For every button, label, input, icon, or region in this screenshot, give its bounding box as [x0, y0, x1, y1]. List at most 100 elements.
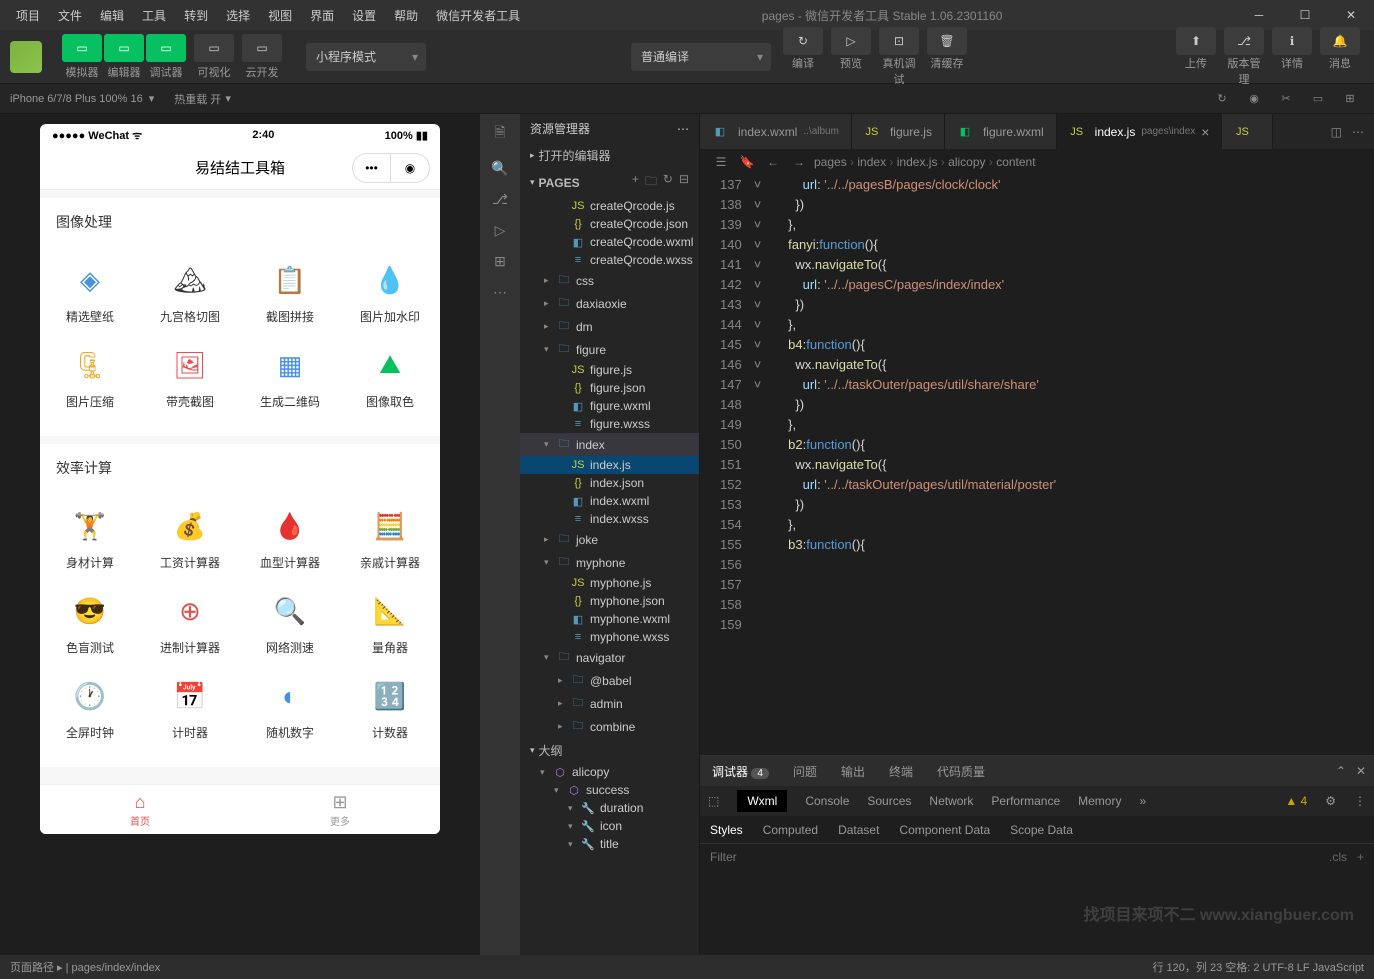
- project-section[interactable]: PAGES + 🗀 ↻ ⊟: [520, 168, 699, 197]
- code-quality-tab[interactable]: 代码质量: [933, 763, 989, 780]
- tool-模拟器[interactable]: ▭: [62, 34, 102, 62]
- menu-工具[interactable]: 工具: [134, 3, 174, 28]
- tree-myphone.wxss[interactable]: ≡myphone.wxss: [520, 628, 699, 646]
- tabbar-更多[interactable]: ⊞更多: [240, 785, 440, 834]
- close-panel-icon[interactable]: ✕: [1356, 764, 1366, 778]
- capsule-menu[interactable]: ••• ◉: [352, 153, 430, 183]
- tree-createQrcode.js[interactable]: JScreateQrcode.js: [520, 197, 699, 215]
- tree-combine[interactable]: ▸🗀combine: [520, 715, 699, 738]
- tool-编辑器[interactable]: ▭: [104, 34, 144, 62]
- terminal-tab[interactable]: 终端: [885, 763, 917, 780]
- tree-index.wxml[interactable]: ◧index.wxml: [520, 492, 699, 510]
- phone-icon[interactable]: ▭: [1304, 88, 1332, 110]
- capsule-more-icon[interactable]: •••: [353, 154, 391, 182]
- grid-item-图像取色[interactable]: ⛰图像取色: [340, 335, 440, 420]
- grid-item-血型计算器[interactable]: 🩸血型计算器: [240, 496, 340, 581]
- tree-myphone.wxml[interactable]: ◧myphone.wxml: [520, 610, 699, 628]
- network-tab[interactable]: Network: [929, 794, 973, 808]
- more-icon[interactable]: ⋯: [677, 122, 689, 136]
- performance-tab[interactable]: Performance: [991, 794, 1060, 808]
- grid-item-截图拼接[interactable]: 📋截图拼接: [240, 250, 340, 335]
- mode-dropdown[interactable]: 小程序模式: [306, 43, 426, 71]
- computed-tab[interactable]: Computed: [763, 823, 818, 837]
- grid-item-带壳截图[interactable]: 🖼带壳截图: [140, 335, 240, 420]
- right-上传[interactable]: ⬆: [1176, 27, 1216, 55]
- close-button[interactable]: ✕: [1328, 0, 1374, 30]
- tree-navigator[interactable]: ▾🗀navigator: [520, 646, 699, 669]
- more-tabs-icon[interactable]: »: [1139, 794, 1146, 808]
- tree-admin[interactable]: ▸🗀admin: [520, 692, 699, 715]
- tree-index.wxss[interactable]: ≡index.wxss: [520, 510, 699, 528]
- sources-tab[interactable]: Sources: [867, 794, 911, 808]
- search-icon[interactable]: 🔍: [491, 160, 508, 177]
- component-data-tab[interactable]: Component Data: [899, 823, 990, 837]
- tree-createQrcode.wxml[interactable]: ◧createQrcode.wxml: [520, 233, 699, 251]
- debug-icon[interactable]: ▷: [495, 222, 506, 239]
- right-消息[interactable]: 🔔: [1320, 27, 1360, 55]
- tree-figure.wxss[interactable]: ≡figure.wxss: [520, 415, 699, 433]
- grid-item-计时器[interactable]: 📅计时器: [140, 666, 240, 751]
- editor-tab-[interactable]: JS: [1222, 114, 1273, 149]
- hot-reload-toggle[interactable]: 热重载 开: [174, 91, 221, 107]
- tree-@babel[interactable]: ▸🗀@babel: [520, 669, 699, 692]
- menu-编辑[interactable]: 编辑: [92, 3, 132, 28]
- menu-文件[interactable]: 文件: [50, 3, 90, 28]
- menu-微信开发者工具[interactable]: 微信开发者工具: [428, 3, 528, 28]
- extensions-icon[interactable]: ⊞: [494, 253, 506, 270]
- output-tab[interactable]: 输出: [837, 763, 869, 780]
- grid-item-进制计算器[interactable]: ⊕进制计算器: [140, 581, 240, 666]
- files-icon[interactable]: 🗎: [494, 122, 505, 146]
- scissors-icon[interactable]: ✂: [1272, 88, 1300, 110]
- bookmark-icon[interactable]: 🔖: [736, 155, 758, 169]
- tree-figure.json[interactable]: {}figure.json: [520, 379, 699, 397]
- inspect-icon[interactable]: ⬚: [708, 794, 719, 808]
- collapse-icon[interactable]: ⊟: [679, 172, 689, 193]
- refresh-icon[interactable]: ↻: [663, 172, 673, 193]
- device-selector[interactable]: iPhone 6/7/8 Plus 100% 16: [10, 93, 143, 105]
- crumb[interactable]: content: [996, 155, 1035, 169]
- menu-帮助[interactable]: 帮助: [386, 3, 426, 28]
- split-icon[interactable]: ◫: [1331, 125, 1342, 139]
- tree-myphone.json[interactable]: {}myphone.json: [520, 592, 699, 610]
- tree-index[interactable]: ▾🗀index: [520, 433, 699, 456]
- scope-data-tab[interactable]: Scope Data: [1010, 823, 1073, 837]
- grid-item-图片压缩[interactable]: 🗜图片压缩: [40, 335, 140, 420]
- tool-可视化[interactable]: ▭: [194, 34, 234, 62]
- layout-icon[interactable]: ⊞: [1336, 88, 1364, 110]
- gear-icon[interactable]: ⚙: [1325, 794, 1336, 808]
- outline-title[interactable]: ▾🔧title: [520, 835, 699, 853]
- code-editor[interactable]: 1371381391401411421431441451461471481491…: [700, 175, 1374, 755]
- outline-alicopy[interactable]: ▾⬡alicopy: [520, 763, 699, 781]
- tree-dm[interactable]: ▸🗀dm: [520, 315, 699, 338]
- page-path[interactable]: 页面路径 ▸ | pages/index/index: [10, 959, 160, 975]
- close-tab-icon[interactable]: ×: [1201, 124, 1209, 140]
- grid-item-身材计算[interactable]: 🏋身材计算: [40, 496, 140, 581]
- menu-界面[interactable]: 界面: [302, 3, 342, 28]
- right-版本管理[interactable]: ⎇: [1224, 27, 1264, 55]
- maximize-button[interactable]: ☐: [1282, 0, 1328, 30]
- tree-figure.js[interactable]: JSfigure.js: [520, 361, 699, 379]
- menu-视图[interactable]: 视图: [260, 3, 300, 28]
- action-编译[interactable]: ↻: [783, 27, 823, 55]
- tree-createQrcode.wxss[interactable]: ≡createQrcode.wxss: [520, 251, 699, 269]
- refresh-icon[interactable]: ↻: [1208, 88, 1236, 110]
- grid-item-计数器[interactable]: 🔢计数器: [340, 666, 440, 751]
- editor-tab-figure.js[interactable]: JSfigure.js: [852, 114, 945, 149]
- open-editors-section[interactable]: 打开的编辑器: [520, 143, 699, 168]
- forward-icon[interactable]: →: [788, 155, 810, 169]
- outline-duration[interactable]: ▾🔧duration: [520, 799, 699, 817]
- action-预览[interactable]: ▷: [831, 27, 871, 55]
- tree-css[interactable]: ▸🗀css: [520, 269, 699, 292]
- grid-item-图片加水印[interactable]: 💧图片加水印: [340, 250, 440, 335]
- wxml-tab[interactable]: Wxml: [737, 790, 787, 812]
- back-icon[interactable]: ←: [762, 155, 784, 169]
- menu-项目[interactable]: 项目: [8, 3, 48, 28]
- crumb[interactable]: alicopy: [948, 155, 985, 169]
- tree-joke[interactable]: ▸🗀joke: [520, 528, 699, 551]
- tool-云开发[interactable]: ▭: [242, 34, 282, 62]
- problems-tab[interactable]: 问题: [789, 763, 821, 780]
- crumb[interactable]: index.js: [897, 155, 938, 169]
- action-清缓存[interactable]: 🗑: [927, 27, 967, 55]
- crumb[interactable]: index: [857, 155, 886, 169]
- capsule-close-icon[interactable]: ◉: [391, 154, 429, 182]
